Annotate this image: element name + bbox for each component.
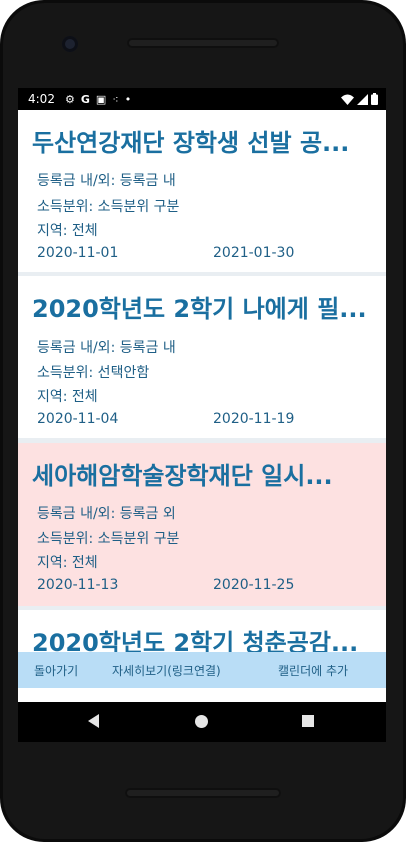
battery-icon (371, 93, 378, 105)
region: 지역: 전체 (37, 555, 98, 571)
top-speaker (127, 38, 279, 48)
bottom-action-bar: 돌아가기 자세히보기(링크연결) 캘린더에 추가 (18, 652, 386, 688)
start-date: 2020-11-01 (37, 245, 119, 261)
end-date: 2020-11-25 (213, 577, 295, 593)
list-item[interactable]: 두산연강재단 장학생 선발 공... 등록금 내/외: 등록금 내 소득분위: … (18, 110, 386, 272)
signal-icon (357, 93, 368, 105)
region: 지역: 전체 (37, 389, 98, 405)
add-to-calendar-button[interactable]: 캘린더에 추가 (278, 662, 348, 679)
status-icons-left: ⚙ G ▣ ⁖ • (65, 93, 131, 106)
detail-link-button[interactable]: 자세히보기(링크연결) (112, 662, 221, 679)
phone-frame: 4:02 ⚙ G ▣ ⁖ • 두산연강재단 장학생 선발 공... 등록금 내/… (0, 0, 406, 842)
google-icon: G (80, 92, 90, 106)
nav-home-icon[interactable] (195, 715, 208, 728)
dot-icon: • (124, 92, 132, 106)
start-date: 2020-11-04 (37, 411, 119, 427)
scholarship-title: 2020학년도 2학기 나에게 필... (32, 295, 367, 323)
nav-recents-icon[interactable] (302, 715, 314, 727)
system-nav-bar (18, 702, 386, 742)
end-date: 2021-01-30 (213, 245, 295, 261)
bottom-spacer (18, 688, 386, 702)
front-camera (62, 36, 78, 52)
dots-icon: ⁖ (112, 92, 119, 106)
income-bracket: 소득분위: 소득분위 구분 (37, 531, 180, 547)
nav-back-icon[interactable] (88, 714, 99, 728)
gear-icon: ⚙ (64, 92, 75, 106)
end-date: 2020-11-19 (213, 411, 295, 427)
scholarship-title: 두산연강재단 장학생 선발 공... (32, 129, 350, 157)
list-item[interactable]: 세아해암학술장학재단 일시... 등록금 내/외: 등록금 외 소득분위: 소득… (18, 443, 386, 606)
bottom-speaker (125, 788, 281, 798)
scholarship-title: 세아해암학술장학재단 일시... (32, 462, 333, 490)
tuition-type: 등록금 내/외: 등록금 내 (37, 173, 176, 189)
start-date: 2020-11-13 (37, 577, 119, 593)
tuition-type: 등록금 내/외: 등록금 외 (37, 506, 176, 522)
status-bar: 4:02 ⚙ G ▣ ⁖ • (18, 88, 386, 110)
tuition-type: 등록금 내/외: 등록금 내 (37, 340, 176, 356)
app-screen: 두산연강재단 장학생 선발 공... 등록금 내/외: 등록금 내 소득분위: … (18, 110, 386, 702)
status-icons-right (341, 93, 378, 105)
list-item[interactable]: 2020학년도 2학기 나에게 필... 등록금 내/외: 등록금 내 소득분위… (18, 276, 386, 438)
gallery-icon: ▣ (95, 92, 107, 106)
income-bracket: 소득분위: 선택안함 (37, 365, 150, 381)
wifi-icon (341, 94, 354, 105)
back-button[interactable]: 돌아가기 (34, 662, 78, 679)
income-bracket: 소득분위: 소득분위 구분 (37, 199, 180, 215)
status-time: 4:02 (28, 92, 55, 106)
region: 지역: 전체 (37, 223, 98, 239)
